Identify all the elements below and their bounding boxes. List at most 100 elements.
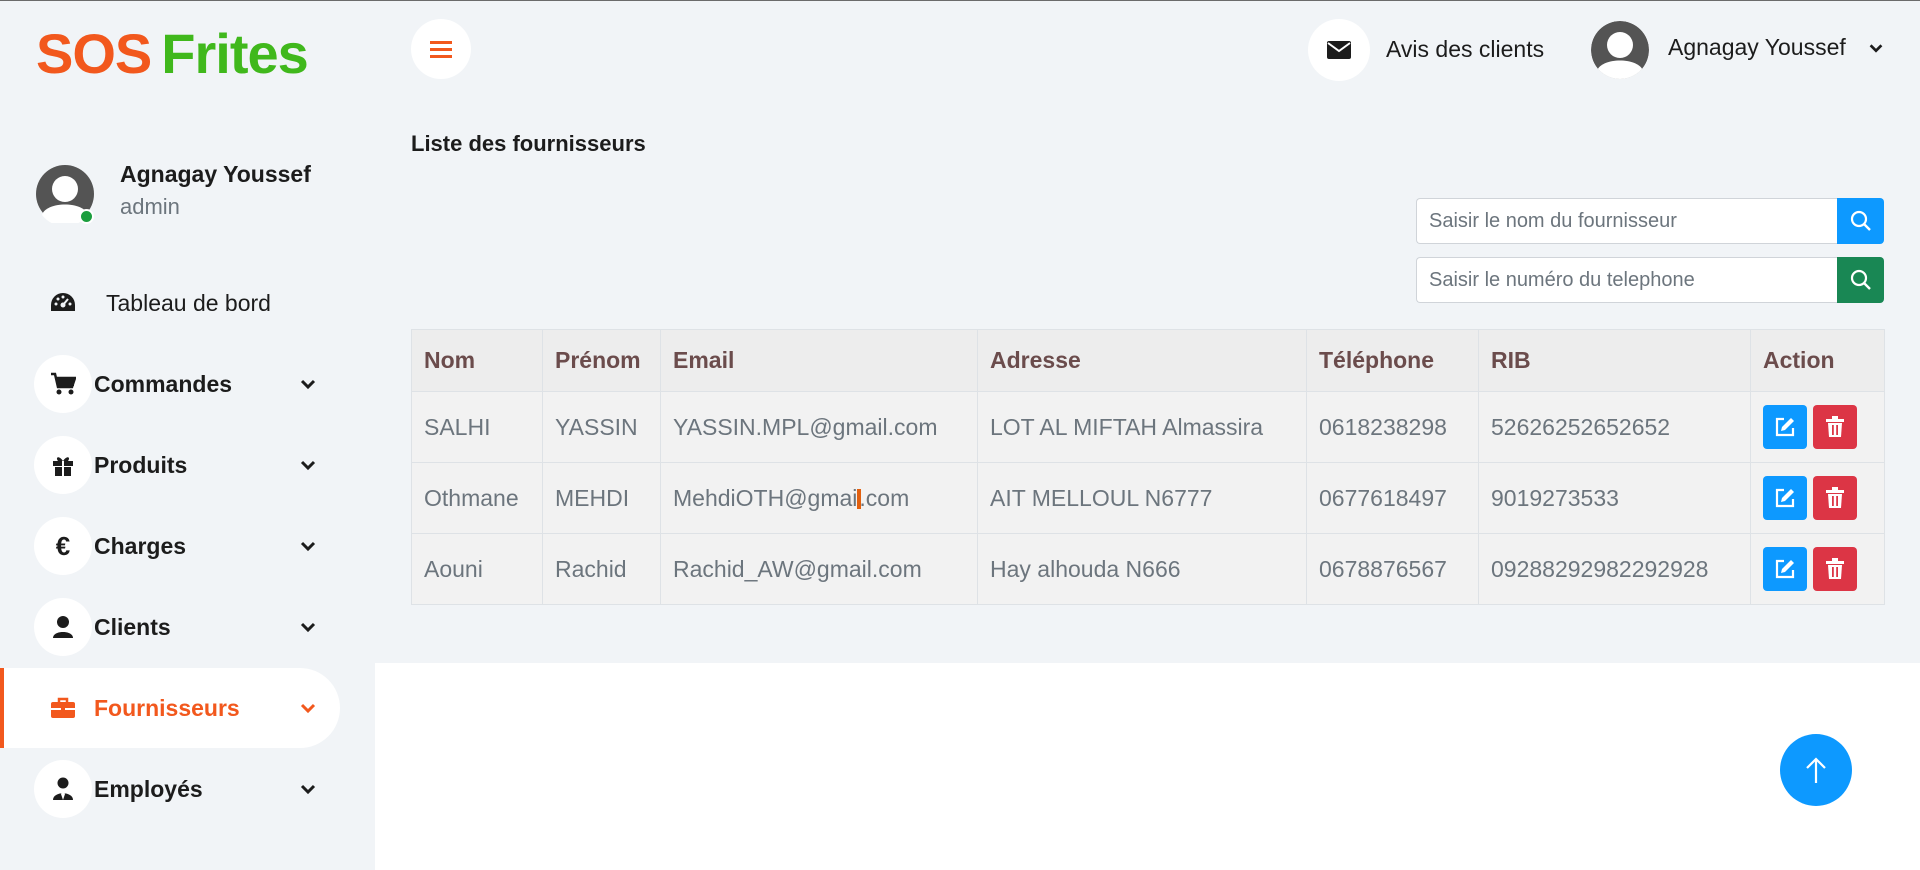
menu-toggle-button[interactable] [411, 19, 471, 79]
edit-icon [1775, 488, 1795, 508]
delete-button[interactable] [1813, 405, 1857, 449]
sidebar-item-label: Fournisseurs [94, 695, 240, 721]
table-row: Aouni Rachid Rachid_AW@gmail.com Hay alh… [411, 533, 1885, 605]
sidebar-profile: Agnagay Youssef admin [36, 161, 356, 229]
cell-email: MehdiOTH@gmai.com [660, 462, 978, 534]
reviews-button[interactable] [1308, 19, 1370, 81]
sidebar-item-label: Clients [94, 614, 171, 640]
chevron-down-icon [300, 541, 316, 552]
sidebar-item-label: Commandes [94, 371, 233, 397]
page-title: Liste des fournisseurs [411, 131, 646, 156]
user-icon [34, 598, 92, 656]
edit-button[interactable] [1763, 405, 1807, 449]
cell-nom: Othmane [411, 462, 543, 534]
sidebar-item-label: Tableau de bord [106, 290, 271, 316]
column-header-adresse: Adresse [977, 329, 1307, 392]
sidebar-item-employes[interactable]: Employés [0, 749, 340, 829]
table-row: Othmane MEHDI MehdiOTH@gmai.com AIT MELL… [411, 462, 1885, 534]
search-name-button[interactable] [1837, 198, 1884, 244]
cell-telephone: 0677618497 [1306, 462, 1479, 534]
cell-rib: 09288292982292928 [1478, 533, 1751, 605]
chevron-down-icon [300, 703, 316, 714]
table-header-row: Nom Prénom Email Adresse Téléphone RIB A… [411, 329, 1885, 392]
search-icon [1850, 210, 1871, 231]
search-supplier-name [1416, 198, 1884, 244]
chevron-down-icon [300, 784, 316, 795]
trash-icon [1826, 416, 1844, 437]
cell-email: Rachid_AW@gmail.com [660, 533, 978, 605]
cell-action [1750, 533, 1885, 605]
sidebar-item-clients[interactable]: Clients [0, 587, 340, 667]
euro-icon: € [34, 517, 92, 575]
edit-button[interactable] [1763, 547, 1807, 591]
cell-telephone: 0618238298 [1306, 391, 1479, 463]
trash-icon [1826, 558, 1844, 579]
sidebar-item-label: Charges [94, 533, 187, 559]
sidebar-item-produits[interactable]: Produits [0, 425, 340, 505]
briefcase-icon [34, 679, 92, 737]
search-name-input[interactable] [1416, 198, 1838, 244]
delete-button[interactable] [1813, 476, 1857, 520]
cell-rib: 9019273533 [1478, 462, 1751, 534]
cell-adresse: Hay alhouda N666 [977, 533, 1307, 605]
cell-action [1750, 462, 1885, 534]
chevron-down-icon[interactable] [1867, 39, 1885, 57]
brand-logo-part1: SOS [36, 22, 152, 85]
profile-role: admin [120, 194, 180, 219]
avatar [36, 165, 94, 224]
cell-email-before-cursor: MehdiOTH@gmai [673, 484, 858, 511]
user-tie-icon [34, 760, 92, 818]
column-header-telephone: Téléphone [1306, 329, 1479, 392]
delete-button[interactable] [1813, 547, 1857, 591]
search-phone-input[interactable] [1416, 257, 1838, 303]
cell-prenom: Rachid [542, 533, 661, 605]
brand-logo[interactable]: SOS Frites [36, 21, 309, 86]
cell-prenom: YASSIN [542, 391, 661, 463]
edit-icon [1775, 417, 1795, 437]
cell-adresse: LOT AL MIFTAH Almassira [977, 391, 1307, 463]
sidebar-item-commandes[interactable]: Commandes [0, 344, 340, 424]
user-menu-name[interactable]: Agnagay Youssef [1668, 34, 1846, 61]
sidebar-item-label: Produits [94, 452, 188, 478]
sidebar-item-charges[interactable]: € Charges [0, 506, 340, 586]
chevron-down-icon [300, 379, 316, 390]
cell-nom: Aouni [411, 533, 543, 605]
cell-adresse: AIT MELLOUL N6777 [977, 462, 1307, 534]
column-header-prenom: Prénom [542, 329, 661, 392]
search-supplier-phone [1416, 257, 1884, 303]
edit-button[interactable] [1763, 476, 1807, 520]
sidebar-item-tableau-de-bord[interactable]: Tableau de bord [0, 263, 340, 343]
chevron-down-icon [300, 460, 316, 471]
cell-email-after-cursor: .com [859, 484, 910, 511]
column-header-action: Action [1750, 329, 1885, 392]
trash-icon [1826, 487, 1844, 508]
cell-telephone: 0678876567 [1306, 533, 1479, 605]
reviews-link[interactable]: Avis des clients [1386, 36, 1544, 63]
scroll-to-top-button[interactable] [1780, 734, 1852, 806]
chevron-down-icon [300, 622, 316, 633]
arrow-up-icon [1806, 757, 1826, 783]
sidebar: SOS Frites Agnagay Youssef admin Tableau … [0, 1, 375, 870]
gift-icon [34, 436, 92, 494]
column-header-rib: RIB [1478, 329, 1751, 392]
table-row: SALHI YASSIN YASSIN.MPL@gmail.com LOT AL… [411, 391, 1885, 463]
avatar-user-icon [1591, 21, 1649, 79]
column-header-email: Email [660, 329, 978, 392]
sidebar-item-label: Employés [94, 776, 203, 802]
online-status-dot [79, 209, 94, 224]
cell-prenom: MEHDI [542, 462, 661, 534]
brand-logo-part2: Frites [161, 22, 308, 85]
column-header-nom: Nom [411, 329, 543, 392]
cell-email: YASSIN.MPL@gmail.com [660, 391, 978, 463]
suppliers-table: Nom Prénom Email Adresse Téléphone RIB A… [411, 329, 1885, 605]
dashboard-icon [34, 274, 92, 332]
search-icon [1850, 269, 1871, 290]
user-avatar[interactable] [1591, 21, 1649, 79]
envelope-icon [1327, 41, 1351, 59]
cell-rib: 52626252652652 [1478, 391, 1751, 463]
cell-nom: SALHI [411, 391, 543, 463]
search-phone-button[interactable] [1837, 257, 1884, 303]
hamburger-icon [430, 41, 452, 58]
profile-name: Agnagay Youssef [120, 161, 311, 187]
sidebar-item-fournisseurs[interactable]: Fournisseurs [0, 668, 340, 748]
